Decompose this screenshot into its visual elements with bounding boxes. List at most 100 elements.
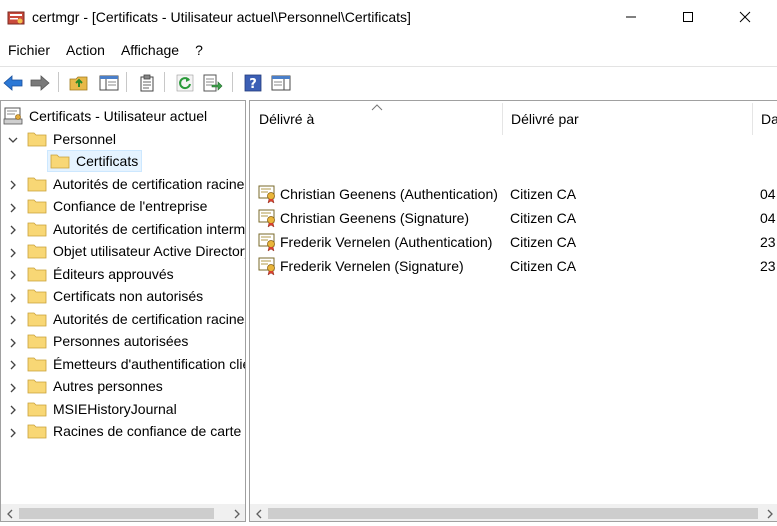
certificate-icon bbox=[258, 257, 275, 276]
properties-pane-icon bbox=[271, 75, 291, 91]
tree-item[interactable]: Personnes autorisées bbox=[27, 331, 188, 352]
tree-item[interactable]: Objet utilisateur Active Directory bbox=[27, 241, 246, 262]
expander-tree-item[interactable] bbox=[7, 224, 19, 236]
list-horizontal-scrollbar[interactable] bbox=[250, 504, 777, 521]
scroll-thumb[interactable] bbox=[19, 508, 214, 519]
close-button[interactable] bbox=[722, 0, 768, 34]
chevron-right-icon bbox=[10, 270, 16, 280]
tree-item-label: Éditeurs approuvés bbox=[53, 265, 174, 282]
folder-icon bbox=[27, 312, 47, 326]
forward-button[interactable] bbox=[29, 72, 51, 94]
menu-affichage[interactable]: Affichage bbox=[113, 38, 187, 62]
svg-text:?: ? bbox=[249, 77, 257, 92]
scroll-left-icon[interactable] bbox=[1, 505, 18, 521]
column-header-issued-by[interactable]: Délivré par bbox=[502, 101, 752, 137]
tree-item[interactable]: Émetteurs d'authentification client bbox=[27, 353, 246, 374]
certificate-icon bbox=[258, 209, 275, 228]
tree-item[interactable]: MSIEHistoryJournal bbox=[27, 398, 177, 419]
tree-item-label: Autorités de certification racines tierc… bbox=[53, 310, 245, 327]
maximize-button[interactable] bbox=[665, 0, 711, 34]
expander-tree-item[interactable] bbox=[7, 427, 19, 439]
help-icon: ? bbox=[244, 74, 262, 92]
tree-item[interactable]: Autorités de certification racine de con… bbox=[27, 173, 245, 194]
tree-item[interactable]: Autorités de certification intermédiaire… bbox=[27, 218, 246, 239]
tree-item[interactable]: Certificats non autorisés bbox=[27, 286, 203, 307]
expander-tree-item[interactable] bbox=[7, 247, 19, 259]
table-row[interactable]: Christian Geenens (Authentication) Citize… bbox=[250, 183, 777, 205]
menu-bar: Fichier Action Affichage ? bbox=[0, 38, 777, 62]
tree-item-label: Autorités de certification racine de con… bbox=[53, 175, 245, 192]
certificate-icon bbox=[258, 185, 275, 204]
expander-personnel[interactable] bbox=[7, 134, 19, 146]
chevron-right-icon bbox=[10, 248, 16, 257]
tree-item[interactable]: Racines de confiance de carte à puce bbox=[27, 421, 245, 442]
close-icon bbox=[739, 11, 751, 23]
column-header-issued-to[interactable]: Délivré à bbox=[250, 101, 502, 137]
certificate-icon bbox=[258, 233, 275, 252]
scroll-thumb[interactable] bbox=[268, 508, 758, 519]
tree-item-label: Autorités de certification intermédiaire… bbox=[53, 220, 246, 237]
list-pane[interactable]: Délivré à Délivré par Date d'expiration … bbox=[249, 100, 777, 522]
folder-icon bbox=[27, 244, 47, 259]
refresh-icon bbox=[176, 74, 194, 92]
minimize-button[interactable] bbox=[608, 0, 654, 34]
cell-expiration: 23 bbox=[760, 258, 776, 274]
expander-tree-item[interactable] bbox=[7, 292, 19, 304]
scroll-right-icon[interactable] bbox=[228, 505, 245, 521]
tree-item-label: Objet utilisateur Active Directory bbox=[53, 243, 246, 259]
chevron-right-icon bbox=[10, 360, 16, 370]
folder-icon bbox=[27, 379, 47, 394]
back-button[interactable] bbox=[2, 72, 24, 94]
certificates-store-icon bbox=[3, 107, 23, 124]
table-row[interactable]: Frederik Vernelen (Signature) Citizen CA 2… bbox=[250, 255, 777, 277]
expander-tree-item[interactable] bbox=[7, 202, 19, 214]
tree-item-certificats[interactable]: Certificats bbox=[47, 150, 143, 172]
show-hide-tree-button[interactable] bbox=[98, 72, 120, 94]
up-folder-button[interactable] bbox=[68, 72, 90, 94]
expander-tree-item[interactable] bbox=[7, 404, 19, 416]
expander-tree-item[interactable] bbox=[7, 314, 19, 326]
menu-action[interactable]: Action bbox=[58, 38, 113, 62]
export-list-icon bbox=[203, 74, 223, 92]
cell-issued-to: Christian Geenens (Signature) bbox=[280, 210, 470, 226]
tree-item-label: Émetteurs d'authentification client bbox=[53, 355, 246, 372]
expander-tree-item[interactable] bbox=[7, 359, 19, 371]
menu-fichier[interactable]: Fichier bbox=[0, 38, 58, 62]
chevron-right-icon bbox=[10, 405, 16, 415]
tree-item[interactable]: Autres personnes bbox=[27, 376, 163, 397]
refresh-button[interactable] bbox=[174, 72, 196, 94]
folder-icon bbox=[27, 177, 47, 191]
tree-item-label: MSIEHistoryJournal bbox=[53, 400, 177, 417]
export-list-button[interactable] bbox=[202, 72, 224, 94]
tree-root-label: Certificats - Utilisateur actuel bbox=[29, 107, 208, 124]
scroll-right-icon[interactable] bbox=[761, 505, 777, 521]
cell-issued-to: Frederik Vernelen (Authentication) bbox=[280, 234, 493, 250]
tree-root[interactable]: Certificats - Utilisateur actuel bbox=[3, 105, 207, 126]
expander-tree-item[interactable] bbox=[7, 269, 19, 281]
folder-icon bbox=[27, 357, 47, 371]
cell-expiration: 04 bbox=[760, 186, 776, 202]
tree-item-personnel[interactable]: Personnel bbox=[27, 128, 116, 149]
tree-item[interactable]: Autorités de certification racines tierc… bbox=[27, 308, 245, 329]
tree-item[interactable]: Confiance de l'entreprise bbox=[27, 196, 207, 217]
tree-item-label: Personnes autorisées bbox=[53, 333, 189, 349]
column-header-expiration[interactable]: Date d'expiration bbox=[752, 101, 777, 137]
chevron-down-icon bbox=[8, 137, 18, 143]
help-button[interactable]: ? bbox=[242, 72, 264, 94]
expander-tree-item[interactable] bbox=[7, 179, 19, 191]
properties-pane-button[interactable] bbox=[270, 72, 292, 94]
menu-help[interactable]: ? bbox=[187, 38, 211, 62]
table-row[interactable]: Christian Geenens (Signature) Citizen CA 0… bbox=[250, 207, 777, 229]
table-row[interactable]: Frederik Vernelen (Authentication) Citize… bbox=[250, 231, 777, 253]
chevron-right-icon bbox=[10, 315, 16, 325]
tree-item[interactable]: Éditeurs approuvés bbox=[27, 263, 174, 284]
chevron-right-icon bbox=[10, 180, 16, 190]
expander-tree-item[interactable] bbox=[7, 382, 19, 394]
tree-horizontal-scrollbar[interactable] bbox=[1, 504, 245, 521]
clipboard-button[interactable] bbox=[136, 72, 158, 94]
expander-tree-item[interactable] bbox=[7, 337, 19, 349]
tree-item-label: Certificats bbox=[76, 153, 139, 169]
folder-icon bbox=[27, 424, 47, 439]
scroll-left-icon[interactable] bbox=[250, 505, 267, 521]
tree-pane[interactable]: Certificats - Utilisateur actuel Personn… bbox=[0, 100, 246, 522]
